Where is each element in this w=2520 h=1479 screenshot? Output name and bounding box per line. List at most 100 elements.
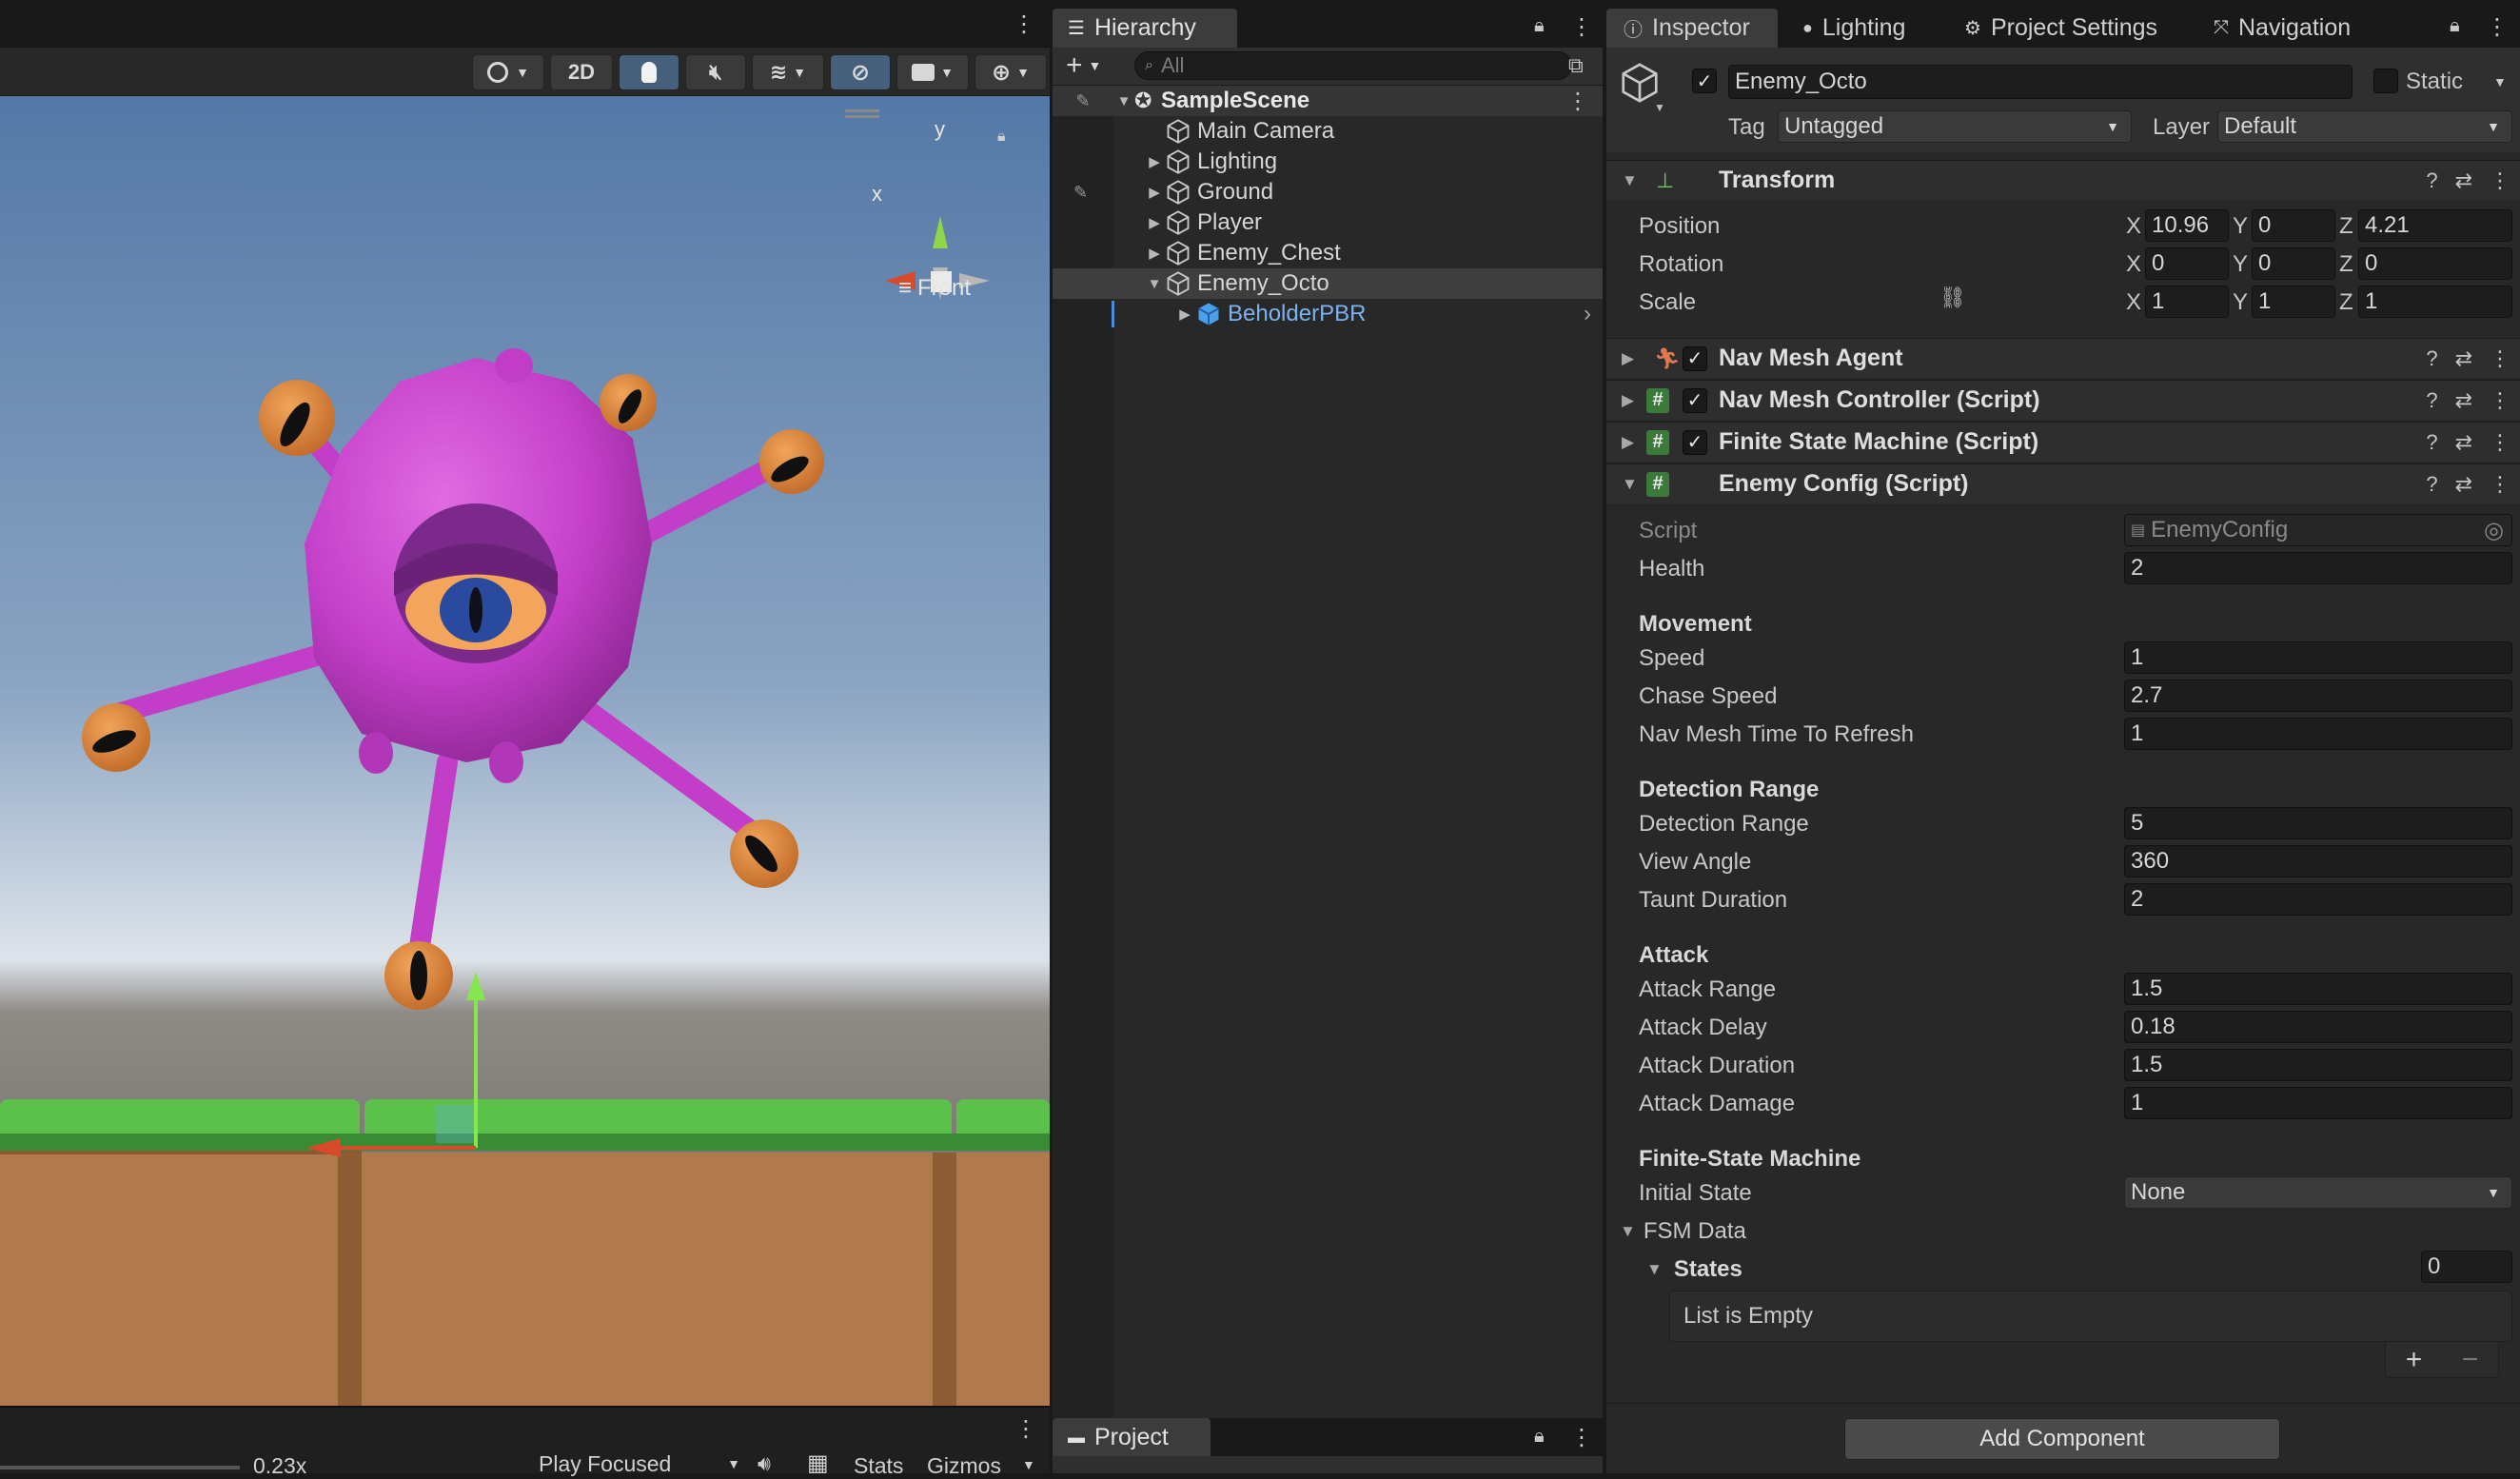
audio-icon[interactable]: 🔊︎ xyxy=(758,1451,771,1476)
health-field[interactable]: 2 xyxy=(2124,552,2512,584)
tab-lighting[interactable]: ● Lighting xyxy=(1802,9,1905,48)
fold-open-icon[interactable]: ▼ xyxy=(1144,276,1165,292)
presets-icon[interactable]: ⇄ xyxy=(2455,168,2472,193)
more-options-icon[interactable]: ⋮ xyxy=(2490,168,2510,193)
hierarchy-item[interactable]: ▶ Player xyxy=(1053,207,1603,238)
chevron-down-icon[interactable]: ▼ xyxy=(1022,1457,1035,1472)
fold-closed-icon[interactable]: ▶ xyxy=(1144,214,1165,231)
view-orientation-label[interactable]: ≡ Front xyxy=(898,275,971,302)
scene-visibility-button[interactable]: ⊘ xyxy=(830,54,891,90)
component-nav-mesh-agent[interactable]: ▶ 🏃︎ ✓ Nav Mesh Agent ? ⇄ ⋮ xyxy=(1606,338,2520,378)
tag-dropdown[interactable]: Untagged ▼ xyxy=(1778,110,2132,143)
presets-icon[interactable]: ⇄ xyxy=(2455,388,2472,413)
chevron-down-icon[interactable]: ▼ xyxy=(2493,74,2507,89)
pick-disabled-icon[interactable]: ✎ xyxy=(1073,183,1088,203)
scale-x-field[interactable]: 1 xyxy=(2145,286,2229,318)
presets-icon[interactable]: ⇄ xyxy=(2455,346,2472,371)
hierarchy-item[interactable]: ▶ Enemy_Chest xyxy=(1053,238,1603,268)
search-options-icon[interactable]: ⧉ xyxy=(1568,53,1584,78)
hierarchy-item[interactable]: ✎ ▶ Ground xyxy=(1053,177,1603,207)
rotation-x-field[interactable]: 0 xyxy=(2145,247,2229,280)
enabled-checkbox[interactable]: ✓ xyxy=(1683,387,1707,413)
create-dropdown[interactable]: + ▼ xyxy=(1066,49,1101,81)
scale-slider-track[interactable] xyxy=(0,1466,240,1469)
audio-toggle-button[interactable]: 🔇︎ xyxy=(685,54,746,90)
add-element-button[interactable]: + xyxy=(2406,1344,2423,1376)
fold-closed-icon[interactable]: ▶ xyxy=(1144,245,1165,262)
more-options-icon[interactable]: ⋮ xyxy=(1570,13,1593,41)
speed-field[interactable]: 1 xyxy=(2124,641,2512,674)
lock-icon[interactable]: 🔒︎ xyxy=(1534,1426,1545,1448)
rotation-z-field[interactable]: 0 xyxy=(2358,247,2512,280)
remove-element-button[interactable]: − xyxy=(2462,1344,2479,1376)
active-checkbox[interactable]: ✓ xyxy=(1692,69,1717,93)
position-x-field[interactable]: 10.96 xyxy=(2145,209,2229,242)
play-mode-dropdown[interactable]: Play Focused ▼ xyxy=(539,1449,740,1478)
constrain-proportions-icon[interactable]: ⛓ xyxy=(1939,286,1966,310)
chase-speed-field[interactable]: 2.7 xyxy=(2124,680,2512,712)
more-options-icon[interactable]: ⋮ xyxy=(1013,11,1035,37)
more-options-icon[interactable]: ⋮ xyxy=(2490,388,2510,413)
view-angle-field[interactable]: 360 xyxy=(2124,845,2512,878)
effects-dropdown[interactable]: ≋ ▼ xyxy=(752,54,824,90)
scene-root-row[interactable]: ✎ ▼ ✪ SampleScene ⋮ xyxy=(1053,86,1603,116)
scale-z-field[interactable]: 1 xyxy=(2358,286,2512,318)
lock-icon[interactable]: 🔒︎ xyxy=(1534,15,1545,37)
position-z-field[interactable]: 4.21 xyxy=(2358,209,2512,242)
scene-viewport[interactable]: y x 🔒︎ ≡ Front xyxy=(0,96,1050,1406)
layer-dropdown[interactable]: Default ▼ xyxy=(2217,110,2512,143)
more-options-icon[interactable]: ⋮ xyxy=(1566,88,1589,115)
tab-hierarchy[interactable]: ☰ Hierarchy xyxy=(1053,9,1237,48)
component-nav-mesh-controller[interactable]: ▶ # ✓ Nav Mesh Controller (Script) ? ⇄ ⋮ xyxy=(1606,380,2520,420)
fsm-data-foldout[interactable]: ▼ FSM Data xyxy=(1620,1218,1746,1245)
toggle-2d-button[interactable]: 2D xyxy=(550,54,613,90)
more-options-icon[interactable]: ⋮ xyxy=(2490,430,2510,455)
tab-project[interactable]: ▬ Project xyxy=(1053,1418,1211,1456)
stats-button[interactable]: Stats xyxy=(854,1453,903,1479)
help-icon[interactable]: ? xyxy=(2426,168,2437,193)
transform-header[interactable]: ▼ ⊥ Transform ? ⇄ ⋮ xyxy=(1606,160,2520,200)
chevron-down-icon[interactable]: ▼ xyxy=(1654,101,1665,114)
more-options-icon[interactable]: ⋮ xyxy=(2490,472,2510,497)
more-options-icon[interactable]: ⋮ xyxy=(2486,13,2509,41)
position-y-field[interactable]: 0 xyxy=(2252,209,2335,242)
help-icon[interactable]: ? xyxy=(2426,472,2437,497)
camera-settings-dropdown[interactable]: ▼ xyxy=(896,54,969,90)
states-count-field[interactable]: 0 xyxy=(2421,1251,2512,1283)
static-checkbox[interactable] xyxy=(2373,69,2398,93)
enabled-checkbox[interactable]: ✓ xyxy=(1683,429,1707,455)
more-options-icon[interactable]: ⋮ xyxy=(1014,1415,1037,1443)
help-icon[interactable]: ? xyxy=(2426,388,2437,413)
fold-closed-icon[interactable]: ▶ xyxy=(1174,306,1195,323)
fold-closed-icon[interactable]: ▶ xyxy=(1144,153,1165,170)
states-foldout[interactable]: ▼ States xyxy=(1646,1256,1742,1283)
help-icon[interactable]: ? xyxy=(2426,430,2437,455)
lighting-toggle-button[interactable] xyxy=(619,54,679,90)
fold-open-icon[interactable]: ▼ xyxy=(1113,93,1134,109)
more-options-icon[interactable]: ⋮ xyxy=(2490,346,2510,371)
attack-delay-field[interactable]: 0.18 xyxy=(2124,1011,2512,1043)
lock-icon[interactable]: 🔒︎ xyxy=(2450,15,2460,37)
help-icon[interactable]: ? xyxy=(2426,346,2437,371)
attack-damage-field[interactable]: 1 xyxy=(2124,1087,2512,1119)
scale-y-field[interactable]: 1 xyxy=(2252,286,2335,318)
fold-closed-icon[interactable]: ▶ xyxy=(1144,184,1165,201)
hierarchy-item-selected[interactable]: ▼ Enemy_Octo xyxy=(1053,268,1603,299)
nav-refresh-field[interactable]: 1 xyxy=(2124,718,2512,750)
chevron-right-icon[interactable]: › xyxy=(1584,301,1591,327)
rotation-y-field[interactable]: 0 xyxy=(2252,247,2335,280)
hierarchy-search-field[interactable]: ⌕ All xyxy=(1134,51,1572,80)
tab-project-settings[interactable]: ⚙ Project Settings xyxy=(1964,9,2157,48)
lock-icon[interactable]: 🔒︎ xyxy=(997,128,1006,146)
attack-duration-field[interactable]: 1.5 xyxy=(2124,1049,2512,1081)
initial-state-dropdown[interactable]: None ▼ xyxy=(2124,1176,2512,1209)
object-name-field[interactable]: Enemy_Octo xyxy=(1728,65,2353,99)
hierarchy-item-prefab[interactable]: ▶ BeholderPBR › xyxy=(1053,299,1603,329)
detection-range-field[interactable]: 5 xyxy=(2124,807,2512,839)
add-component-button[interactable]: Add Component xyxy=(1844,1418,2280,1460)
attack-range-field[interactable]: 1.5 xyxy=(2124,973,2512,1005)
tab-navigation[interactable]: ⤧ Navigation xyxy=(2214,9,2351,48)
taunt-duration-field[interactable]: 2 xyxy=(2124,883,2512,916)
presets-icon[interactable]: ⇄ xyxy=(2455,472,2472,497)
gizmos-dropdown[interactable]: ⊕ ▼ xyxy=(975,54,1047,90)
